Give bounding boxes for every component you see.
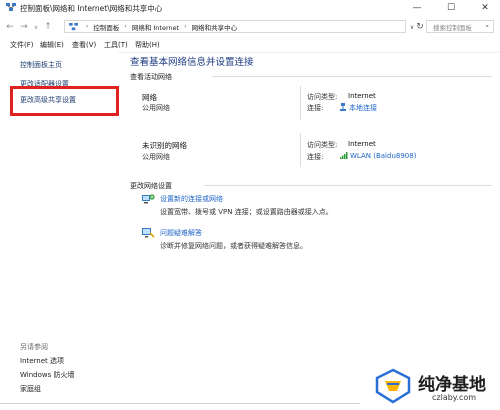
setup-connection-desc: 设置宽带、拨号或 VPN 连接；或设置路由器或接入点。 <box>160 208 333 216</box>
maximize-button[interactable]: ☐ <box>438 0 464 16</box>
breadcrumb-separator-icon: › <box>124 23 127 30</box>
change-settings-header: 更改网络设置 <box>130 182 172 190</box>
see-also-firewall[interactable]: Windows 防火墙 <box>20 370 74 380</box>
title-bar: 控制面板\网络和 Internet\网络和共享中心 — ☐ ✕ <box>0 0 500 16</box>
access-type-label: 访问类型: <box>307 93 338 101</box>
divider <box>204 185 492 186</box>
troubleshoot-icon <box>142 228 155 238</box>
search-placeholder: 搜索控制面板 <box>433 23 472 32</box>
see-also-homegroup[interactable]: 家庭组 <box>20 384 41 394</box>
connection-link-wlan[interactable]: WLAN (Baidu8908) <box>350 152 416 160</box>
search-input[interactable]: 搜索控制面板 ⌕ <box>426 20 494 33</box>
see-also-internet-options[interactable]: Internet 选项 <box>20 356 64 366</box>
refresh-icon[interactable]: ↻ <box>414 20 426 34</box>
window-bottom-edge <box>0 403 360 404</box>
back-arrow-icon[interactable]: ← <box>4 20 16 34</box>
location-icon <box>69 22 78 30</box>
menu-edit[interactable]: 编辑(E) <box>40 40 64 50</box>
menu-help[interactable]: 帮助(H) <box>135 40 160 50</box>
address-row: ← → ∨ ↑ › 控制面板 › 网络和 Internet › 网络和共享中心 … <box>0 16 500 38</box>
divider <box>300 133 301 167</box>
breadcrumb-separator-icon: › <box>86 23 89 30</box>
breadcrumb-control-panel[interactable]: 控制面板 <box>93 22 119 32</box>
network-name: 网络 <box>142 93 157 102</box>
close-button[interactable]: ✕ <box>472 0 498 16</box>
address-bar[interactable]: › 控制面板 › 网络和 Internet › 网络和共享中心 <box>64 20 406 33</box>
window-title: 控制面板\网络和 Internet\网络和共享中心 <box>20 4 163 13</box>
highlight-box <box>10 86 119 116</box>
access-type-value: Internet <box>348 140 376 148</box>
new-connection-icon <box>142 194 155 204</box>
network-name: 未识别的网络 <box>142 141 187 150</box>
menu-tools[interactable]: 工具(T) <box>104 40 128 50</box>
page-title: 查看基本网络信息并设置连接 <box>130 57 254 68</box>
recent-dropdown-icon[interactable]: ∨ <box>30 20 42 34</box>
up-arrow-icon[interactable]: ↑ <box>42 20 54 34</box>
network-type: 公用网络 <box>142 153 170 161</box>
forward-arrow-icon[interactable]: → <box>18 20 30 34</box>
see-also-header: 另请参阅 <box>20 343 48 351</box>
troubleshoot-link[interactable]: 问题疑难解答 <box>160 228 202 238</box>
ethernet-icon <box>340 103 346 111</box>
breadcrumb-network-center[interactable]: 网络和共享中心 <box>192 22 238 32</box>
breadcrumb-separator-icon: › <box>184 23 187 30</box>
network-type: 公用网络 <box>142 104 170 112</box>
access-type-value: Internet <box>348 92 376 100</box>
minimize-button[interactable]: — <box>404 0 430 16</box>
menu-view[interactable]: 查看(V) <box>72 40 96 50</box>
setup-connection-link[interactable]: 设置新的连接或网络 <box>160 194 223 204</box>
network-center-icon <box>6 3 16 11</box>
breadcrumb-network-internet[interactable]: 网络和 Internet <box>132 22 179 32</box>
watermark-url: czlaby.com <box>432 393 477 402</box>
active-networks-header: 查看活动网络 <box>130 73 172 81</box>
wifi-signal-icon <box>340 152 348 159</box>
search-icon: ⌕ <box>485 22 489 30</box>
watermark-title: 纯净基地 <box>418 375 486 395</box>
connection-link-local[interactable]: 本地连接 <box>349 103 377 113</box>
connection-label: 连接: <box>307 153 324 161</box>
watermark-logo-icon <box>375 368 411 404</box>
connection-label: 连接: <box>307 104 324 112</box>
divider <box>300 86 301 120</box>
access-type-label: 访问类型: <box>307 141 338 149</box>
divider <box>212 76 492 77</box>
menu-file[interactable]: 文件(F) <box>10 40 34 50</box>
troubleshoot-desc: 诊断并修复网络问题，或者获得疑难解答信息。 <box>160 242 307 250</box>
menu-bar: 文件(F) 编辑(E) 查看(V) 工具(T) 帮助(H) <box>0 38 500 53</box>
sidebar-item-home[interactable]: 控制面板主页 <box>20 60 62 70</box>
